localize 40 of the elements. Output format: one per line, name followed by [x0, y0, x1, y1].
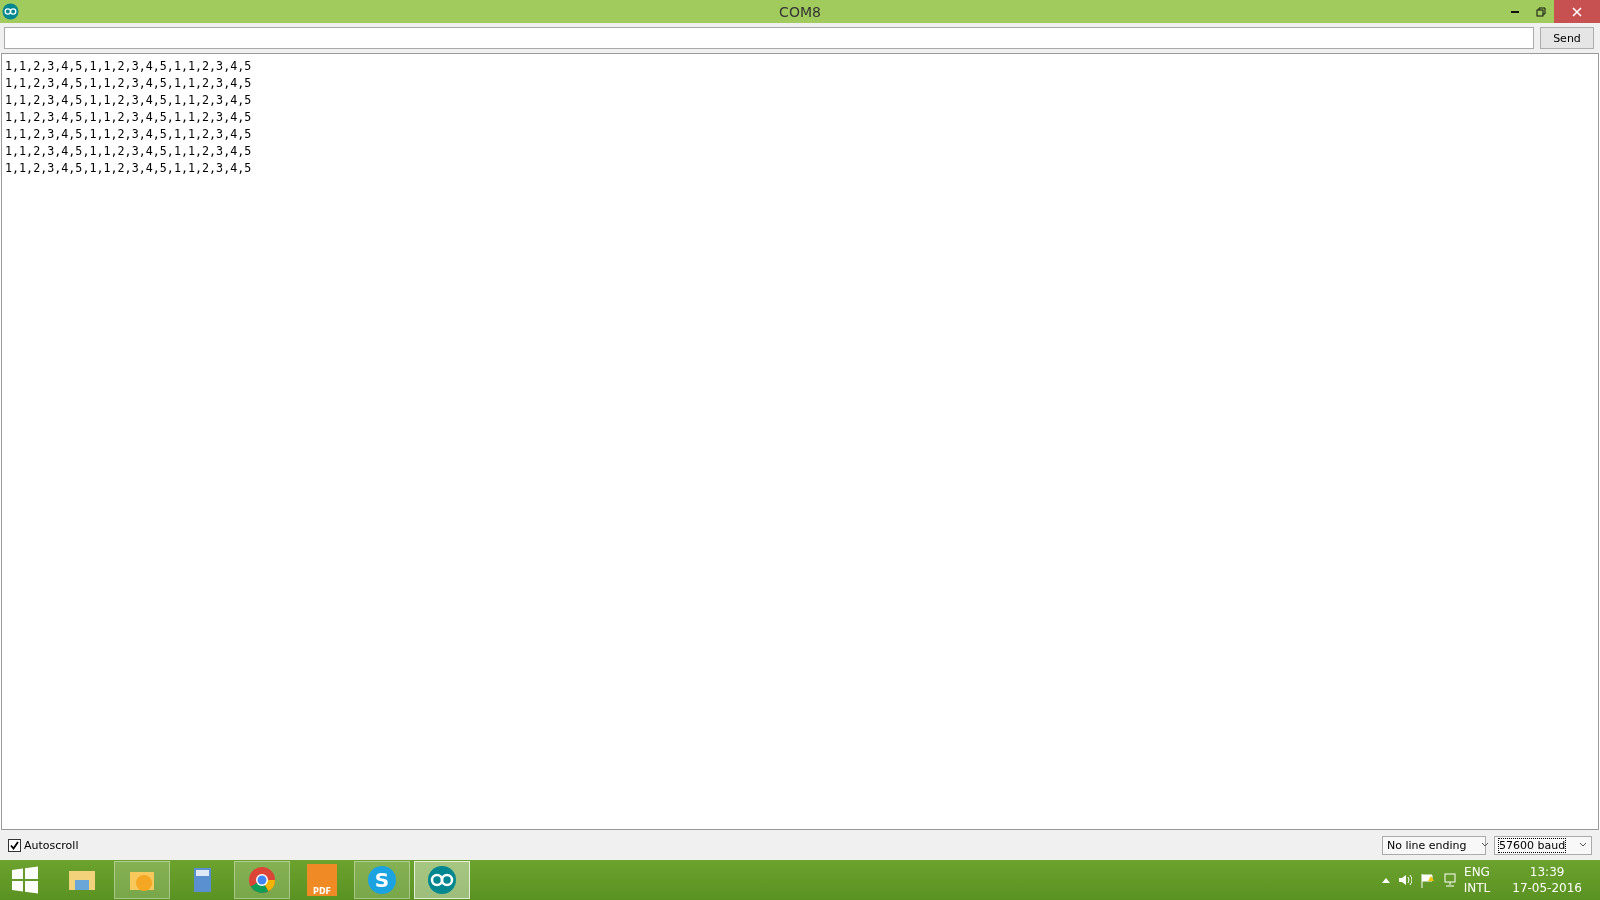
- restore-icon: [1536, 6, 1546, 17]
- network-icon[interactable]: [1441, 873, 1456, 887]
- taskbar-app-button[interactable]: [414, 861, 470, 899]
- show-hidden-icons-icon[interactable]: [1381, 877, 1390, 883]
- flag-warning-icon[interactable]: [1419, 872, 1434, 888]
- speaker-icon[interactable]: [1397, 873, 1412, 887]
- taskbar-app-button[interactable]: PDF: [294, 861, 350, 899]
- serial-output-line: 1,1,2,3,4,5,1,1,2,3,4,5,1,1,2,3,4,5: [5, 160, 252, 177]
- send-button[interactable]: Send: [1540, 27, 1594, 49]
- windows-logo-icon: [11, 866, 39, 894]
- baud-rate-dropdown[interactable]: 57600 baud: [1494, 835, 1592, 855]
- taskbar-app-button[interactable]: [114, 861, 170, 899]
- serial-output-line: 1,1,2,3,4,5,1,1,2,3,4,5,1,1,2,3,4,5: [5, 58, 252, 75]
- close-icon: [1572, 6, 1582, 17]
- serial-output-line: 1,1,2,3,4,5,1,1,2,3,4,5,1,1,2,3,4,5: [5, 109, 252, 126]
- serial-output-line: 1,1,2,3,4,5,1,1,2,3,4,5,1,1,2,3,4,5: [5, 92, 252, 109]
- taskbar-app-button[interactable]: S: [354, 861, 410, 899]
- autoscroll-label: Autoscroll: [24, 838, 79, 852]
- envelope-clock-icon: [130, 872, 154, 891]
- caret-icon: [1480, 842, 1489, 848]
- close-button[interactable]: [1554, 0, 1600, 23]
- caret-icon: [1579, 842, 1588, 848]
- chat-icon: S: [368, 866, 396, 894]
- line-ending-dropdown[interactable]: No line ending: [1382, 835, 1486, 855]
- browser-icon: [249, 867, 275, 894]
- serial-output-line: 1,1,2,3,4,5,1,1,2,3,4,5,1,1,2,3,4,5: [5, 75, 252, 92]
- app-logo-icon: [2, 3, 19, 20]
- serial-output-line: 1,1,2,3,4,5,1,1,2,3,4,5,1,1,2,3,4,5: [5, 143, 252, 160]
- folder-icon: [69, 871, 95, 890]
- language-indicator[interactable]: ENG INTL: [1463, 864, 1491, 896]
- taskbar-app-button[interactable]: [234, 861, 290, 899]
- clock[interactable]: 13:39 17-05-2016: [1512, 864, 1582, 896]
- message-input-field[interactable]: [4, 27, 1534, 49]
- autoscroll-checkbox[interactable]: [8, 838, 21, 852]
- infinity-logo-icon: [428, 866, 456, 894]
- pdf-icon: PDF: [307, 864, 337, 896]
- serial-output-line: 1,1,2,3,4,5,1,1,2,3,4,5,1,1,2,3,4,5: [5, 126, 252, 143]
- window-title: COM8: [779, 3, 821, 20]
- minimize-icon: [1511, 10, 1519, 13]
- calculator-icon: [194, 868, 211, 892]
